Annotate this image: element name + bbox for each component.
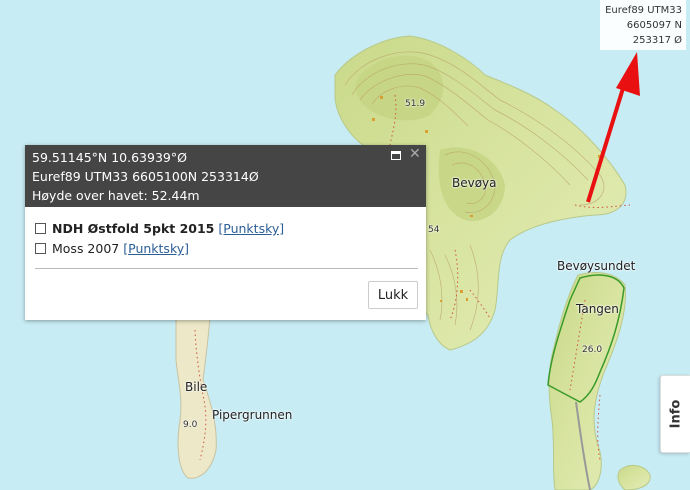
popup-header: 59.51145°N 10.63939°Ø Euref89 UTM33 6605… — [25, 145, 426, 207]
layer-row: NDH Østfold 5pkt 2015 [Punktsky] — [35, 221, 416, 236]
pointcloud-link[interactable]: [Punktsky] — [123, 241, 189, 256]
layer-checkbox[interactable] — [35, 223, 46, 234]
info-tab[interactable]: Info — [660, 375, 690, 453]
label-bevoysundet: Bevøysundet — [557, 259, 636, 273]
popup-latlon: 59.51145°N 10.63939°Ø — [32, 150, 187, 165]
layer-name: NDH Østfold 5pkt 2015 — [52, 221, 215, 236]
coordinate-northing: 6605097 N — [626, 20, 682, 31]
label-pipergrunnen: Pipergrunnen — [212, 408, 293, 422]
popup-elevation: Høyde over havet: 52.44m — [32, 188, 200, 203]
maximize-icon[interactable] — [391, 151, 401, 160]
layer-checkbox[interactable] — [35, 243, 46, 254]
coordinate-readout: Euref89 UTM33 6605097 N 253317 Ø — [600, 0, 686, 50]
popup-divider — [35, 268, 418, 269]
label-tangen: Tangen — [576, 302, 619, 316]
pointcloud-link[interactable]: [Punktsky] — [218, 221, 284, 236]
elevation-label: 51.9 — [405, 99, 426, 109]
info-tab-label: Info — [668, 399, 683, 429]
label-bevoya: Bevøya — [452, 176, 497, 190]
elevation-label-partial: 54 — [428, 225, 440, 235]
label-bile: Bile — [185, 380, 208, 394]
popup-body: NDH Østfold 5pkt 2015 [Punktsky] Moss 20… — [25, 207, 426, 256]
popup-utm: Euref89 UTM33 6605100N 253314Ø — [32, 169, 259, 184]
point-info-popup: 59.51145°N 10.63939°Ø Euref89 UTM33 6605… — [25, 145, 426, 320]
layer-name: Moss 2007 — [52, 241, 120, 256]
elevation-label: 9.0 — [183, 420, 198, 430]
layer-row: Moss 2007 [Punktsky] — [35, 241, 416, 256]
close-icon[interactable]: ✕ — [409, 147, 421, 161]
coordinate-system: Euref89 UTM33 — [605, 5, 682, 16]
close-button[interactable]: Lukk — [368, 281, 418, 309]
coordinate-easting: 253317 Ø — [632, 35, 682, 46]
elevation-label: 26.0 — [582, 345, 603, 355]
